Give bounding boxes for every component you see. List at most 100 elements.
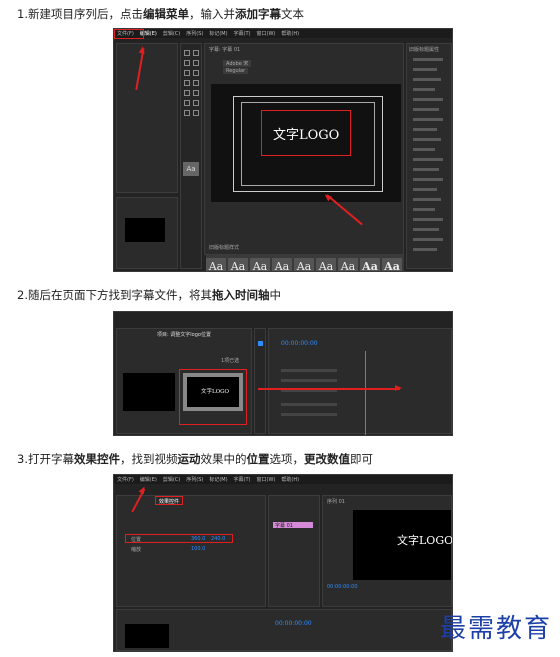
prop-row bbox=[413, 198, 441, 201]
sequence-label: 序列 01 bbox=[327, 499, 345, 505]
screenshot-3: 文件(F) 编辑(E) 剪辑(C) 序列(S) 标记(M) 字幕(T) 窗口(W… bbox=[113, 474, 453, 652]
arc-tool-icon[interactable] bbox=[193, 100, 199, 106]
step-2-caption: 2.随后在页面下方找到字幕文件，将其拖入时间轴中 bbox=[17, 288, 281, 302]
menu-help[interactable]: 帮助(H) bbox=[281, 476, 299, 483]
watermark-logo: 最需教育 bbox=[439, 614, 552, 644]
thumbnail bbox=[125, 218, 165, 242]
program-timecode[interactable]: 00:00:00:00 bbox=[327, 584, 358, 590]
step-3-caption: 3.打开字幕效果控件，找到视频运动效果中的位置选项，更改数值即可 bbox=[17, 452, 373, 466]
vertical-type-icon[interactable] bbox=[193, 60, 199, 66]
menu-edit[interactable]: 编辑(E) bbox=[140, 476, 157, 483]
path-type-icon[interactable] bbox=[193, 70, 199, 76]
step-1-caption: 1.新建项目序列后，点击编辑菜单，输入并添加字幕文本 bbox=[17, 7, 304, 21]
menu-sequence[interactable]: 序列(S) bbox=[186, 30, 203, 37]
tab-highlight bbox=[155, 496, 183, 505]
prop-row bbox=[413, 138, 441, 141]
menu-help[interactable]: 帮助(H) bbox=[281, 30, 299, 37]
prop-row bbox=[413, 148, 435, 151]
add-anchor-icon[interactable] bbox=[193, 80, 199, 86]
title-properties-panel: 旧版标题属性 bbox=[406, 43, 452, 269]
prop-row bbox=[413, 178, 443, 181]
selection-tool-icon[interactable] bbox=[258, 341, 263, 346]
style-swatch[interactable]: Aa bbox=[382, 258, 402, 271]
prop-row bbox=[413, 208, 435, 211]
props-header: 旧版标题属性 bbox=[409, 47, 440, 53]
prop-row bbox=[413, 248, 437, 251]
drag-arrow bbox=[258, 385, 402, 391]
select-tool-icon[interactable] bbox=[184, 50, 190, 56]
menu-file[interactable]: 文件(F) bbox=[117, 476, 134, 483]
rotate-tool-icon[interactable] bbox=[193, 50, 199, 56]
track-v3 bbox=[281, 369, 337, 372]
menu-title[interactable]: 字幕(T) bbox=[234, 30, 251, 37]
clip-highlight bbox=[179, 369, 247, 425]
program-preview[interactable]: 文字LOGO bbox=[353, 510, 453, 580]
selection-count: 1项已选 bbox=[221, 358, 240, 364]
effect-controls-panel: 效果控件 位置 360.0 240.0 缩放 100.0 bbox=[116, 495, 266, 607]
bottom-thumbnail bbox=[125, 624, 169, 648]
track-a1 bbox=[281, 403, 337, 406]
prop-row bbox=[413, 88, 435, 91]
style-swatch[interactable]: Aa bbox=[272, 258, 292, 271]
scale-value[interactable]: 100.0 bbox=[191, 546, 205, 552]
menu-marker[interactable]: 标记(M) bbox=[209, 30, 227, 37]
font-family-select[interactable]: Adobe 宋 bbox=[223, 60, 252, 67]
prop-row bbox=[413, 98, 443, 101]
ellipse-tool-icon[interactable] bbox=[184, 100, 190, 106]
styles-header: 旧版标题样式 bbox=[209, 245, 240, 251]
project-panel: 项目: 调整文字logo位置 1项已选 文字LOGO bbox=[116, 328, 252, 434]
pen-tool-icon[interactable] bbox=[184, 80, 190, 86]
track-v2 bbox=[281, 379, 337, 382]
style-swatch[interactable]: Aa bbox=[250, 258, 270, 271]
prop-row bbox=[413, 68, 437, 71]
style-swatch[interactable]: Aa bbox=[360, 258, 380, 271]
timeline-panel: 00:00:00:00 bbox=[268, 328, 452, 435]
playhead[interactable] bbox=[365, 351, 366, 435]
menu-clip[interactable]: 剪辑(C) bbox=[163, 476, 180, 483]
menu-window[interactable]: 窗口(W) bbox=[257, 30, 276, 37]
style-swatch[interactable]: Aa bbox=[338, 258, 358, 271]
title-canvas[interactable]: 文字LOGO bbox=[211, 84, 401, 202]
menu-title[interactable]: 字幕(T) bbox=[234, 476, 251, 483]
style-swatch[interactable]: Aa bbox=[316, 258, 336, 271]
prop-row bbox=[413, 78, 441, 81]
rounded-rect-icon[interactable] bbox=[193, 90, 199, 96]
program-monitor: 序列 01 文字LOGO 00:00:00:00 bbox=[322, 495, 452, 607]
rectangle-tool-icon[interactable] bbox=[184, 90, 190, 96]
prop-row bbox=[413, 128, 437, 131]
project-panel bbox=[116, 197, 178, 269]
title-text[interactable]: 文字LOGO bbox=[273, 124, 339, 143]
prop-row bbox=[413, 238, 443, 241]
menu-sequence[interactable]: 序列(S) bbox=[186, 476, 203, 483]
project-tab[interactable]: 项目: 调整文字logo位置 bbox=[157, 331, 211, 338]
prop-row bbox=[413, 228, 439, 231]
bottom-panels: 00:00:00:00 bbox=[116, 609, 452, 651]
style-swatch[interactable]: Aa bbox=[228, 258, 248, 271]
menu-clip[interactable]: 剪辑(C) bbox=[163, 30, 180, 37]
prop-row bbox=[413, 218, 443, 221]
wedge-tool-icon[interactable] bbox=[193, 110, 199, 116]
area-type-icon[interactable] bbox=[184, 70, 190, 76]
timeline-timecode[interactable]: 00:00:00:00 bbox=[281, 340, 318, 347]
font-style-select[interactable]: Regular bbox=[223, 68, 249, 74]
style-preview-swatch: Aa bbox=[183, 162, 199, 176]
track-a2 bbox=[281, 413, 337, 416]
line-tool-icon[interactable] bbox=[184, 110, 190, 116]
preview-text: 文字LOGO bbox=[397, 534, 453, 547]
style-swatch[interactable]: Aa bbox=[294, 258, 314, 271]
menu-window[interactable]: 窗口(W) bbox=[257, 476, 276, 483]
menu-marker[interactable]: 标记(M) bbox=[209, 476, 227, 483]
prop-row bbox=[413, 58, 443, 61]
prop-row bbox=[413, 118, 443, 121]
style-swatch[interactable]: Aa bbox=[206, 258, 226, 271]
scale-label: 缩放 bbox=[131, 547, 142, 553]
sequence-thumbnail[interactable] bbox=[123, 373, 175, 411]
title-clip-label: 字幕 01 bbox=[275, 523, 293, 529]
edit-menu-highlight bbox=[114, 29, 144, 39]
timeline-timecode[interactable]: 00:00:00:00 bbox=[275, 620, 312, 627]
type-tool-icon[interactable] bbox=[184, 60, 190, 66]
menu-bar: 文件(F) 编辑(E) 剪辑(C) 序列(S) 标记(M) 字幕(T) 窗口(W… bbox=[114, 475, 452, 484]
prop-row bbox=[413, 168, 439, 171]
prop-row bbox=[413, 108, 439, 111]
position-highlight bbox=[125, 534, 233, 543]
